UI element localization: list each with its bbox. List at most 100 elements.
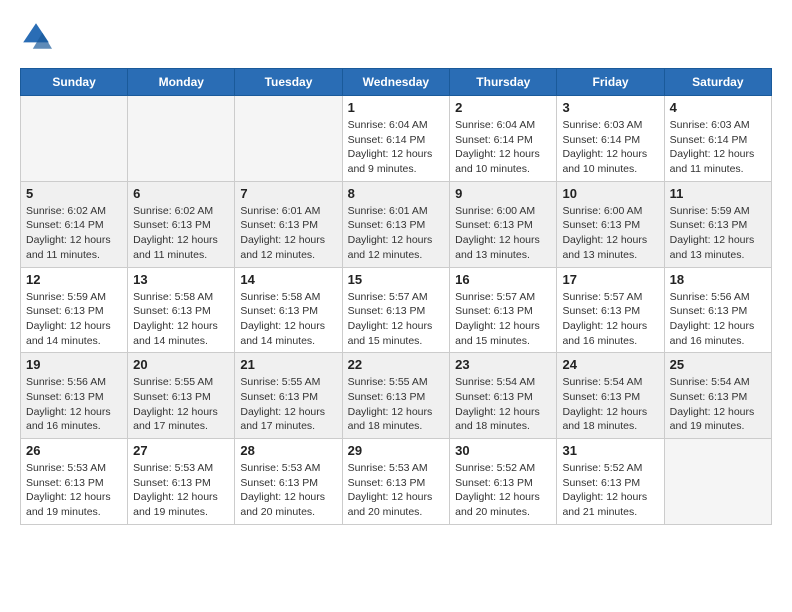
day-info: Sunrise: 6:02 AM Sunset: 6:14 PM Dayligh… — [26, 204, 122, 263]
day-number: 24 — [562, 357, 658, 372]
day-number: 15 — [348, 272, 445, 287]
day-number: 9 — [455, 186, 551, 201]
calendar-cell: 26 Sunrise: 5:53 AM Sunset: 6:13 PM Dayli… — [21, 439, 128, 525]
calendar-cell: 2Sunrise: 6:04 AM Sunset: 6:14 PM Daylig… — [450, 96, 557, 182]
day-number: 27 — [133, 443, 229, 458]
day-info: Sunrise: 5:55 AM Sunset: 6:13 PM Dayligh… — [133, 375, 229, 434]
day-info: Sunrise: 5:55 AM Sunset: 6:13 PM Dayligh… — [348, 375, 445, 434]
calendar-cell: 12 Sunrise: 5:59 AM Sunset: 6:13 PM Dayli… — [21, 267, 128, 353]
calendar-cell: 11 Sunrise: 5:59 AM Sunset: 6:13 PM Dayli… — [664, 181, 771, 267]
day-info: Sunrise: 5:58 AM Sunset: 6:13 PM Dayligh… — [133, 290, 229, 349]
day-number: 22 — [348, 357, 445, 372]
day-number: 8 — [348, 186, 445, 201]
day-info: Sunrise: 5:55 AM Sunset: 6:13 PM Dayligh… — [240, 375, 336, 434]
day-info: Sunrise: 5:52 AM Sunset: 6:13 PM Dayligh… — [455, 461, 551, 520]
day-number: 10 — [562, 186, 658, 201]
calendar-cell: 22 Sunrise: 5:55 AM Sunset: 6:13 PM Dayli… — [342, 353, 450, 439]
day-header-thursday: Thursday — [450, 69, 557, 96]
day-info: Sunrise: 5:53 AM Sunset: 6:13 PM Dayligh… — [133, 461, 229, 520]
day-info: Sunrise: 5:54 AM Sunset: 6:13 PM Dayligh… — [670, 375, 766, 434]
calendar-cell: 29Sunrise: 5:53 AM Sunset: 6:13 PM Dayli… — [342, 439, 450, 525]
calendar-cell: 20 Sunrise: 5:55 AM Sunset: 6:13 PM Dayli… — [128, 353, 235, 439]
calendar-cell: 8Sunrise: 6:01 AM Sunset: 6:13 PM Daylig… — [342, 181, 450, 267]
day-info: Sunrise: 5:59 AM Sunset: 6:13 PM Dayligh… — [26, 290, 122, 349]
page-header — [20, 20, 772, 52]
day-info: Sunrise: 6:03 AM Sunset: 6:14 PM Dayligh… — [562, 118, 658, 177]
day-number: 19 — [26, 357, 122, 372]
day-number: 14 — [240, 272, 336, 287]
day-info: Sunrise: 6:00 AM Sunset: 6:13 PM Dayligh… — [562, 204, 658, 263]
calendar-cell — [664, 439, 771, 525]
calendar-cell: 28 Sunrise: 5:53 AM Sunset: 6:13 PM Dayli… — [235, 439, 342, 525]
day-header-sunday: Sunday — [21, 69, 128, 96]
calendar-cell — [21, 96, 128, 182]
calendar-cell: 25 Sunrise: 5:54 AM Sunset: 6:13 PM Dayli… — [664, 353, 771, 439]
day-number: 26 — [26, 443, 122, 458]
day-header-friday: Friday — [557, 69, 664, 96]
calendar-cell: 19 Sunrise: 5:56 AM Sunset: 6:13 PM Dayli… — [21, 353, 128, 439]
day-number: 18 — [670, 272, 766, 287]
calendar-cell: 23Sunrise: 5:54 AM Sunset: 6:13 PM Dayli… — [450, 353, 557, 439]
day-info: Sunrise: 5:56 AM Sunset: 6:13 PM Dayligh… — [670, 290, 766, 349]
day-header-monday: Monday — [128, 69, 235, 96]
calendar-week-row: 1Sunrise: 6:04 AM Sunset: 6:14 PM Daylig… — [21, 96, 772, 182]
day-number: 28 — [240, 443, 336, 458]
day-number: 13 — [133, 272, 229, 287]
day-number: 11 — [670, 186, 766, 201]
day-info: Sunrise: 6:00 AM Sunset: 6:13 PM Dayligh… — [455, 204, 551, 263]
calendar-cell: 5 Sunrise: 6:02 AM Sunset: 6:14 PM Daylig… — [21, 181, 128, 267]
logo — [20, 20, 56, 52]
calendar-cell: 21 Sunrise: 5:55 AM Sunset: 6:13 PM Dayli… — [235, 353, 342, 439]
day-info: Sunrise: 6:03 AM Sunset: 6:14 PM Dayligh… — [670, 118, 766, 177]
calendar-cell: 24 Sunrise: 5:54 AM Sunset: 6:13 PM Dayli… — [557, 353, 664, 439]
logo-icon — [20, 20, 52, 52]
day-info: Sunrise: 5:53 AM Sunset: 6:13 PM Dayligh… — [348, 461, 445, 520]
calendar-week-row: 5 Sunrise: 6:02 AM Sunset: 6:14 PM Daylig… — [21, 181, 772, 267]
day-number: 16 — [455, 272, 551, 287]
calendar-cell: 15 Sunrise: 5:57 AM Sunset: 6:13 PM Dayli… — [342, 267, 450, 353]
day-number: 30 — [455, 443, 551, 458]
calendar-cell: 6 Sunrise: 6:02 AM Sunset: 6:13 PM Daylig… — [128, 181, 235, 267]
day-number: 20 — [133, 357, 229, 372]
day-number: 12 — [26, 272, 122, 287]
calendar-cell: 3Sunrise: 6:03 AM Sunset: 6:14 PM Daylig… — [557, 96, 664, 182]
day-number: 2 — [455, 100, 551, 115]
calendar-cell: 31Sunrise: 5:52 AM Sunset: 6:13 PM Dayli… — [557, 439, 664, 525]
day-info: Sunrise: 5:56 AM Sunset: 6:13 PM Dayligh… — [26, 375, 122, 434]
calendar-week-row: 26 Sunrise: 5:53 AM Sunset: 6:13 PM Dayli… — [21, 439, 772, 525]
day-info: Sunrise: 6:02 AM Sunset: 6:13 PM Dayligh… — [133, 204, 229, 263]
calendar-cell: 16 Sunrise: 5:57 AM Sunset: 6:13 PM Dayli… — [450, 267, 557, 353]
calendar-cell: 7 Sunrise: 6:01 AM Sunset: 6:13 PM Daylig… — [235, 181, 342, 267]
calendar-cell: 30 Sunrise: 5:52 AM Sunset: 6:13 PM Dayli… — [450, 439, 557, 525]
calendar-cell: 13 Sunrise: 5:58 AM Sunset: 6:13 PM Dayli… — [128, 267, 235, 353]
day-info: Sunrise: 5:53 AM Sunset: 6:13 PM Dayligh… — [26, 461, 122, 520]
day-info: Sunrise: 5:54 AM Sunset: 6:13 PM Dayligh… — [562, 375, 658, 434]
calendar-cell: 14 Sunrise: 5:58 AM Sunset: 6:13 PM Dayli… — [235, 267, 342, 353]
day-info: Sunrise: 5:53 AM Sunset: 6:13 PM Dayligh… — [240, 461, 336, 520]
day-number: 5 — [26, 186, 122, 201]
day-info: Sunrise: 5:59 AM Sunset: 6:13 PM Dayligh… — [670, 204, 766, 263]
calendar-cell: 18 Sunrise: 5:56 AM Sunset: 6:13 PM Dayli… — [664, 267, 771, 353]
calendar-week-row: 12 Sunrise: 5:59 AM Sunset: 6:13 PM Dayli… — [21, 267, 772, 353]
day-header-tuesday: Tuesday — [235, 69, 342, 96]
day-info: Sunrise: 5:57 AM Sunset: 6:13 PM Dayligh… — [562, 290, 658, 349]
day-info: Sunrise: 5:57 AM Sunset: 6:13 PM Dayligh… — [348, 290, 445, 349]
calendar-table: SundayMondayTuesdayWednesdayThursdayFrid… — [20, 68, 772, 525]
day-number: 7 — [240, 186, 336, 201]
day-info: Sunrise: 5:58 AM Sunset: 6:13 PM Dayligh… — [240, 290, 336, 349]
day-info: Sunrise: 6:04 AM Sunset: 6:14 PM Dayligh… — [348, 118, 445, 177]
day-header-wednesday: Wednesday — [342, 69, 450, 96]
calendar-cell: 4Sunrise: 6:03 AM Sunset: 6:14 PM Daylig… — [664, 96, 771, 182]
calendar-cell: 1Sunrise: 6:04 AM Sunset: 6:14 PM Daylig… — [342, 96, 450, 182]
calendar-cell — [128, 96, 235, 182]
calendar-cell — [235, 96, 342, 182]
calendar-cell: 10 Sunrise: 6:00 AM Sunset: 6:13 PM Dayli… — [557, 181, 664, 267]
day-number: 21 — [240, 357, 336, 372]
day-info: Sunrise: 5:54 AM Sunset: 6:13 PM Dayligh… — [455, 375, 551, 434]
calendar-header-row: SundayMondayTuesdayWednesdayThursdayFrid… — [21, 69, 772, 96]
day-number: 6 — [133, 186, 229, 201]
day-number: 25 — [670, 357, 766, 372]
calendar-cell: 9 Sunrise: 6:00 AM Sunset: 6:13 PM Daylig… — [450, 181, 557, 267]
day-info: Sunrise: 6:01 AM Sunset: 6:13 PM Dayligh… — [240, 204, 336, 263]
day-info: Sunrise: 5:57 AM Sunset: 6:13 PM Dayligh… — [455, 290, 551, 349]
